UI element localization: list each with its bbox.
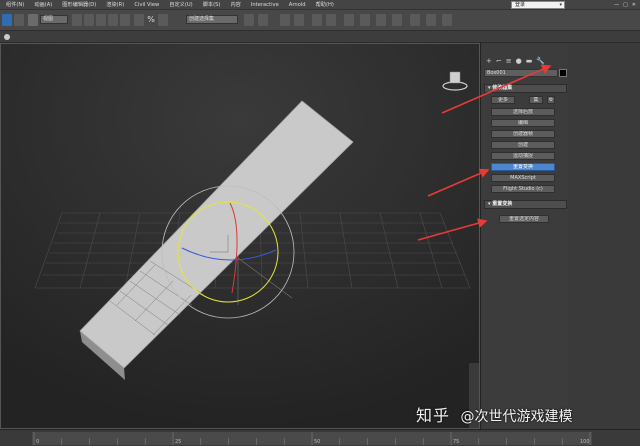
arrow-to-reset-xform [427,168,490,197]
ruler-label: 75 [453,439,459,445]
watermark-handle: @次世代游戏建模 [460,409,573,425]
ruler-label: 50 [314,439,320,445]
timeline-bar: 0 25 50 75 100 [0,429,640,446]
time-ruler[interactable]: 0 25 50 75 100 [32,432,592,445]
ruler-label: 0 [36,439,39,445]
annotation-arrows [417,64,552,241]
ruler-label: 100 [580,439,590,445]
ruler-label: 25 [175,439,181,445]
zhihu-logo: 知乎 [416,406,451,425]
watermark: 知乎 @次世代游戏建模 [416,406,632,426]
arrow-to-reset-selected [417,218,488,241]
arrow-to-utilities-tab [441,64,552,114]
